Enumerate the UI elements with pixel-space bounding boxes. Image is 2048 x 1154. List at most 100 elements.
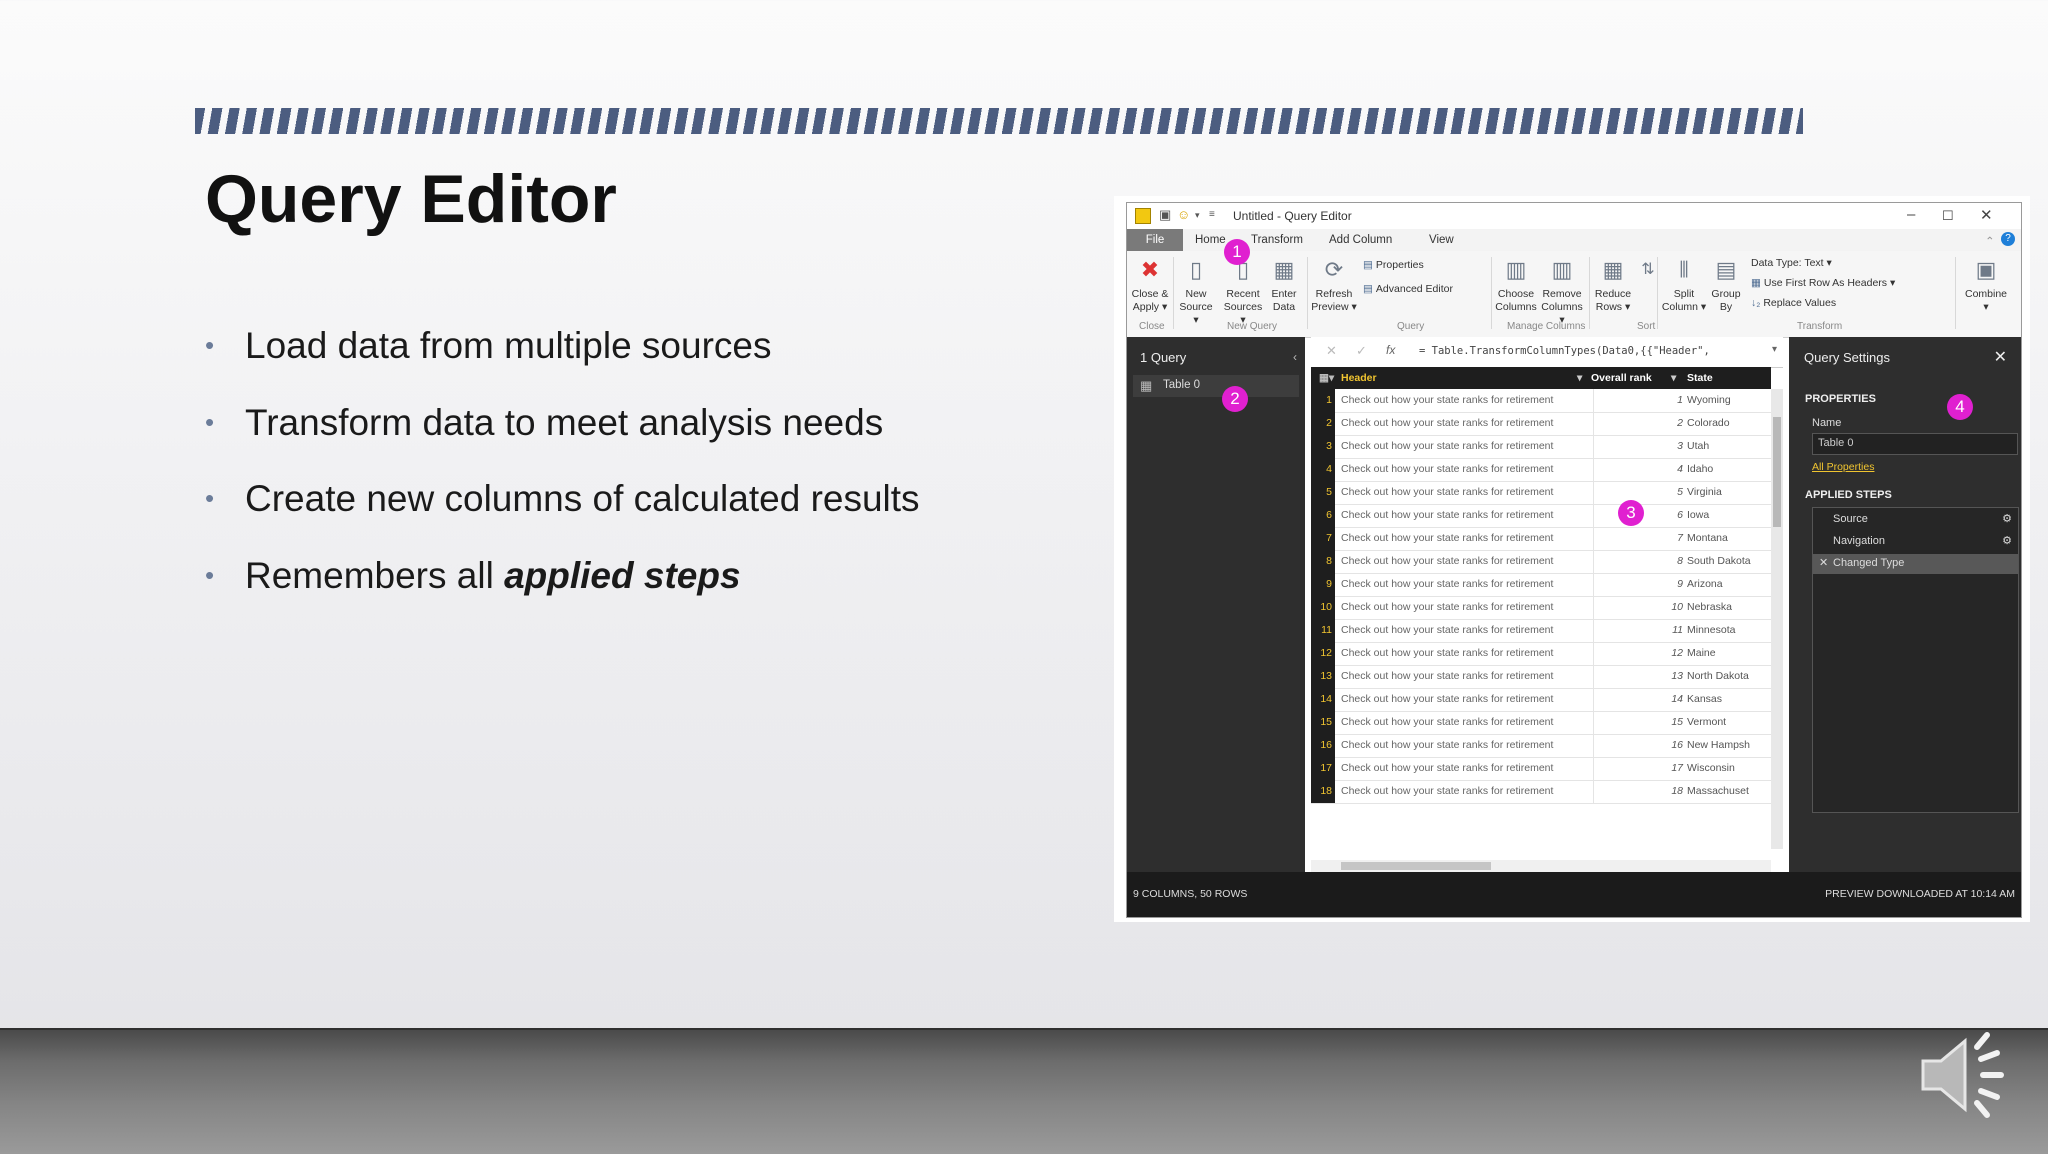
cell-divider [1593, 619, 1594, 642]
menu-view[interactable]: View [1429, 234, 1454, 246]
row-number: 8 [1311, 550, 1335, 573]
menu-transform[interactable]: Transform [1251, 234, 1303, 246]
customize-icon[interactable]: ≡ [1209, 209, 1215, 220]
new-source-button[interactable]: ▯ New Source ▾ [1177, 255, 1215, 327]
cell-rank: 14 [1671, 693, 1683, 705]
column-filter-icon[interactable]: ▾ [1577, 372, 1582, 384]
column-filter-icon[interactable]: ▾ [1671, 372, 1676, 384]
table-row[interactable]: 14 Check out how your state ranks for ret… [1311, 688, 1771, 712]
cancel-formula-icon[interactable]: ✕ [1326, 343, 1337, 359]
table-row[interactable]: 2 Check out how your state ranks for reti… [1311, 412, 1771, 436]
collapse-ribbon-icon[interactable]: ⌃ [1985, 234, 1995, 248]
cell-rank: 11 [1672, 624, 1683, 636]
table-row[interactable]: 18 Check out how your state ranks for ret… [1311, 780, 1771, 804]
menu-add-column[interactable]: Add Column [1329, 234, 1392, 246]
save-icon[interactable]: ▣ [1159, 207, 1171, 223]
close-icon[interactable]: ✕ [1980, 206, 1993, 224]
scrollbar-thumb[interactable] [1341, 862, 1491, 870]
formula-input[interactable]: = Table.TransformColumnTypes(Data0,{{"He… [1419, 345, 1710, 357]
reduce-rows-button[interactable]: ▦ Reduce Rows ▾ [1593, 255, 1633, 314]
expand-formula-icon[interactable]: ▾ [1772, 344, 1777, 355]
bullet-list: • Load data from multiple sources • Transf… [205, 325, 920, 631]
split-column-button[interactable]: ⫴ Split Column ▾ [1661, 255, 1707, 314]
column-header-header[interactable]: Header [1341, 372, 1377, 384]
first-row-headers-button[interactable]: ▦ Use First Row As Headers ▾ [1751, 277, 1895, 289]
annotation-marker-2: 2 [1222, 386, 1248, 412]
cell-rank: 5 [1677, 486, 1683, 498]
table-menu-icon[interactable]: ▦▾ [1319, 372, 1334, 384]
queries-pane: 1 Query ‹ ▦ Table 0 [1127, 337, 1305, 872]
properties-button[interactable]: ▤ Properties [1363, 259, 1424, 271]
status-right: PREVIEW DOWNLOADED AT 10:14 AM [1825, 888, 2015, 900]
split-column-icon: ⫴ [1679, 257, 1689, 282]
smiley-icon[interactable]: ☺ [1177, 207, 1190, 222]
combine-button[interactable]: ▣ Combine ▾ [1961, 255, 2011, 314]
ribbon-separator [1173, 257, 1174, 329]
step-changed-type[interactable]: ✕ Changed Type [1813, 554, 2018, 574]
table-row[interactable]: 11 Check out how your state ranks for ret… [1311, 619, 1771, 643]
data-type-dropdown[interactable]: Data Type: Text ▾ [1751, 257, 1832, 269]
vertical-scrollbar[interactable] [1771, 389, 1783, 849]
step-navigation[interactable]: Navigation ⚙ [1813, 532, 2018, 552]
close-settings-icon[interactable]: ✕ [1994, 347, 2007, 367]
group-by-icon: ▤ [1715, 257, 1737, 282]
table-row[interactable]: 15 Check out how your state ranks for ret… [1311, 711, 1771, 735]
cell-header: Check out how your state ranks for retir… [1341, 670, 1554, 682]
table-row[interactable]: 8 Check out how your state ranks for reti… [1311, 550, 1771, 574]
cell-header: Check out how your state ranks for retir… [1341, 486, 1554, 498]
table-row[interactable]: 4 Check out how your state ranks for reti… [1311, 458, 1771, 482]
table-row[interactable]: 5 Check out how your state ranks for reti… [1311, 481, 1771, 505]
refresh-preview-button[interactable]: ⟳ Refresh Preview ▾ [1311, 255, 1357, 314]
query-item-table-0[interactable]: ▦ Table 0 [1133, 375, 1299, 397]
group-by-button[interactable]: ▤ Group By [1709, 255, 1743, 314]
table-row[interactable]: 12 Check out how your state ranks for ret… [1311, 642, 1771, 666]
dropdown-icon[interactable]: ▾ [1195, 210, 1200, 221]
row-number: 12 [1311, 642, 1335, 665]
all-properties-link[interactable]: All Properties [1812, 461, 1874, 473]
table-row[interactable]: 13 Check out how your state ranks for ret… [1311, 665, 1771, 689]
table-row[interactable]: 10 Check out how your state ranks for ret… [1311, 596, 1771, 620]
gear-icon[interactable]: ⚙ [2002, 512, 2012, 525]
table-row[interactable]: 1 Check out how your state ranks for reti… [1311, 389, 1771, 413]
cell-state: Utah [1687, 440, 1710, 452]
choose-columns-button[interactable]: ▥ Choose Columns [1495, 255, 1537, 314]
menu-bar: File Home Transform Add Column View ⌃ ? [1127, 229, 2021, 251]
advanced-editor-button[interactable]: ▤ Advanced Editor [1363, 283, 1453, 295]
column-header-state[interactable]: State [1687, 372, 1713, 384]
close-apply-button[interactable]: ✖ Close & Apply ▾ [1131, 255, 1169, 314]
help-icon[interactable]: ? [2001, 232, 2015, 246]
replace-values-button[interactable]: ↓₂ Replace Values [1751, 297, 1836, 309]
emphasis-text: applied steps [504, 554, 741, 596]
speaker-icon[interactable] [1915, 1025, 2023, 1125]
step-source[interactable]: Source ⚙ [1813, 510, 2018, 530]
recent-sources-button[interactable]: ▯ Recent Sources ▾ [1221, 255, 1265, 327]
group-label-transform: Transform [1797, 321, 1843, 332]
menu-home[interactable]: Home [1195, 234, 1226, 246]
collapse-pane-icon[interactable]: ‹ [1293, 350, 1297, 364]
horizontal-scrollbar[interactable] [1311, 860, 1771, 872]
table-row[interactable]: 17 Check out how your state ranks for ret… [1311, 757, 1771, 781]
table-row[interactable]: 16 Check out how your state ranks for ret… [1311, 734, 1771, 758]
gear-icon[interactable]: ⚙ [2002, 534, 2012, 547]
table-row[interactable]: 6 Check out how your state ranks for reti… [1311, 504, 1771, 528]
remove-columns-button[interactable]: ▥ Remove Columns ▾ [1539, 255, 1585, 327]
table-row[interactable]: 3 Check out how your state ranks for reti… [1311, 435, 1771, 459]
commit-formula-icon[interactable]: ✓ [1356, 343, 1367, 359]
table-row[interactable]: 7 Check out how your state ranks for reti… [1311, 527, 1771, 551]
cell-divider [1593, 458, 1594, 481]
maximize-icon[interactable]: ☐ [1942, 208, 1954, 224]
table-icon: ▦ [1273, 257, 1295, 282]
minimize-icon[interactable]: – [1907, 206, 1915, 223]
delete-step-icon[interactable]: ✕ [1819, 556, 1828, 569]
sort-button[interactable]: ⇅ [1635, 255, 1655, 288]
scrollbar-thumb[interactable] [1773, 417, 1781, 527]
menu-file[interactable]: File [1127, 229, 1183, 251]
table-row[interactable]: 9 Check out how your state ranks for reti… [1311, 573, 1771, 597]
bullet-item: • Load data from multiple sources [205, 325, 772, 366]
enter-data-button[interactable]: ▦ Enter Data [1267, 255, 1301, 314]
properties-section-label: PROPERTIES [1805, 393, 1876, 405]
cell-state: Minnesota [1687, 624, 1736, 636]
cell-state: Nebraska [1687, 601, 1732, 613]
column-header-overall-rank[interactable]: Overall rank [1591, 372, 1652, 384]
name-field[interactable]: Table 0 [1812, 433, 2018, 455]
